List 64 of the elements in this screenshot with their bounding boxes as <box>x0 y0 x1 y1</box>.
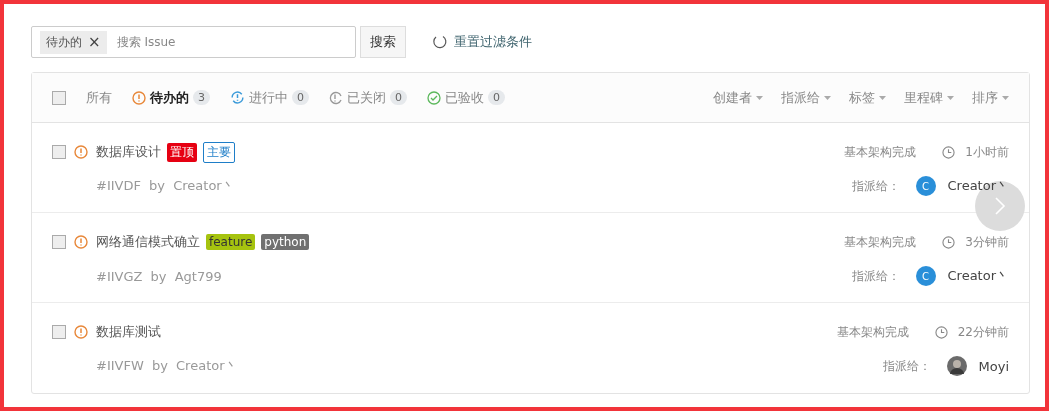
milestone: 基本架构完成 <box>844 143 917 161</box>
count-badge: 0 <box>390 90 407 105</box>
time-ago: 22分钟前 <box>957 323 1009 341</box>
caret-icon <box>1002 95 1009 100</box>
caret-icon <box>879 95 886 100</box>
assignee-name: Moyi <box>978 358 1009 374</box>
count-badge: 3 <box>193 90 210 105</box>
reset-filters-link[interactable]: 重置过滤条件 <box>454 33 532 51</box>
time-ago: 1小时前 <box>965 143 1009 161</box>
row-checkbox[interactable] <box>52 325 66 339</box>
assign-label: 指派给： <box>882 357 931 375</box>
close-icon[interactable]: × <box>88 34 101 50</box>
search-field[interactable]: 待办的 × 搜索 Issue <box>31 26 356 58</box>
issue-meta: #IIVFW by Creator丶 <box>96 357 238 375</box>
select-all-checkbox[interactable] <box>52 90 66 105</box>
filter-tab[interactable]: 已关闭 0 <box>347 88 407 107</box>
filter-dropdown[interactable]: 排序 <box>972 88 1009 107</box>
clock-icon <box>942 235 956 249</box>
filter-dropdown[interactable]: 指派给 <box>781 88 831 107</box>
issue-title[interactable]: 数据库测试 <box>96 323 161 341</box>
chevron-right-icon <box>994 196 1006 216</box>
issue-meta: #IIVDF by Creator丶 <box>96 177 235 195</box>
caret-icon <box>756 95 763 100</box>
assign-label: 指派给： <box>851 177 900 195</box>
filter-tab[interactable]: 待办的 3 <box>150 88 210 107</box>
caret-icon <box>824 95 831 100</box>
count-badge: 0 <box>488 90 505 105</box>
row-checkbox[interactable] <box>52 235 66 249</box>
check-circle-icon <box>427 90 441 105</box>
avatar: C <box>915 176 936 196</box>
issue-title[interactable]: 网络通信模式确立 <box>96 233 200 251</box>
assign-label: 指派给： <box>851 267 900 285</box>
alert-icon <box>329 90 343 105</box>
filter-tab[interactable]: 所有 <box>86 88 112 107</box>
alert-icon <box>74 235 88 249</box>
milestone: 基本架构完成 <box>844 233 917 251</box>
label-tag: feature <box>206 234 256 250</box>
row-checkbox[interactable] <box>52 145 66 159</box>
clock-icon <box>934 325 948 339</box>
alert-icon <box>132 90 146 105</box>
avatar: C <box>915 266 936 286</box>
time-ago: 3分钟前 <box>965 233 1009 251</box>
label-tag: 主要 <box>203 141 235 163</box>
clock-icon <box>942 145 956 159</box>
alert-icon <box>74 325 88 339</box>
label-tag: 置顶 <box>167 142 197 162</box>
assignee-name: Creator丶 <box>947 177 1009 195</box>
count-badge: 0 <box>292 90 309 105</box>
label-tag: python <box>261 234 310 250</box>
search-button[interactable]: 搜索 <box>360 26 406 58</box>
filter-chip[interactable]: 待办的 × <box>40 30 107 54</box>
assignee-name: Creator丶 <box>947 267 1009 285</box>
caret-icon <box>947 95 954 100</box>
filter-tab[interactable]: 已验收 0 <box>445 88 505 107</box>
issue-title[interactable]: 数据库设计 <box>96 143 161 161</box>
filter-dropdown[interactable]: 标签 <box>849 88 886 107</box>
refresh-icon <box>432 34 448 50</box>
filter-dropdown[interactable]: 里程碑 <box>904 88 954 107</box>
filter-dropdown[interactable]: 创建者 <box>713 88 763 107</box>
filter-tab[interactable]: 进行中 0 <box>249 88 309 107</box>
issue-meta: #IIVGZ by Agt799 <box>96 268 222 284</box>
sync-icon <box>230 90 245 105</box>
alert-icon <box>74 145 88 159</box>
milestone: 基本架构完成 <box>836 323 909 341</box>
